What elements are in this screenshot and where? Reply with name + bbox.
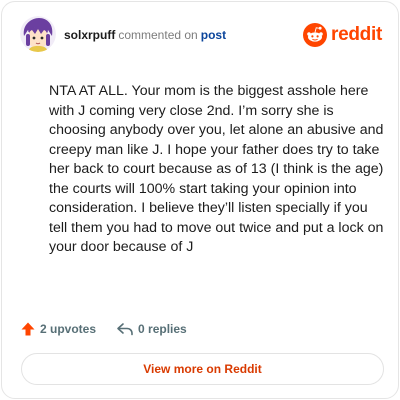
avatar[interactable]: [20, 16, 56, 52]
reply-count: 0 replies: [138, 322, 187, 336]
comment-header: solxrpuff commented on post reddit: [20, 16, 384, 54]
upvote-stat[interactable]: 2 upvotes: [20, 321, 96, 337]
comment-meta: solxrpuff commented on post: [64, 28, 226, 42]
upvote-arrow-icon: [21, 322, 35, 336]
action-text: commented on: [118, 28, 198, 42]
reddit-brand[interactable]: reddit: [303, 22, 382, 48]
reply-icon: [117, 323, 133, 336]
post-link[interactable]: post: [201, 28, 226, 42]
reddit-wordmark: reddit: [331, 24, 382, 45]
upvote-count: 2 upvotes: [40, 322, 97, 336]
reply-stat[interactable]: 0 replies: [116, 321, 187, 337]
comment-footer: 2 upvotes 0 replies: [20, 319, 187, 339]
username-link[interactable]: solxrpuff: [64, 28, 115, 42]
comment-body: NTA AT ALL. Your mom is the biggest assh…: [49, 83, 384, 255]
view-more-button[interactable]: View more on Reddit: [21, 353, 384, 385]
comment-card: solxrpuff commented on post reddit NTA AT …: [1, 1, 399, 399]
reddit-logo-icon: [303, 23, 328, 47]
